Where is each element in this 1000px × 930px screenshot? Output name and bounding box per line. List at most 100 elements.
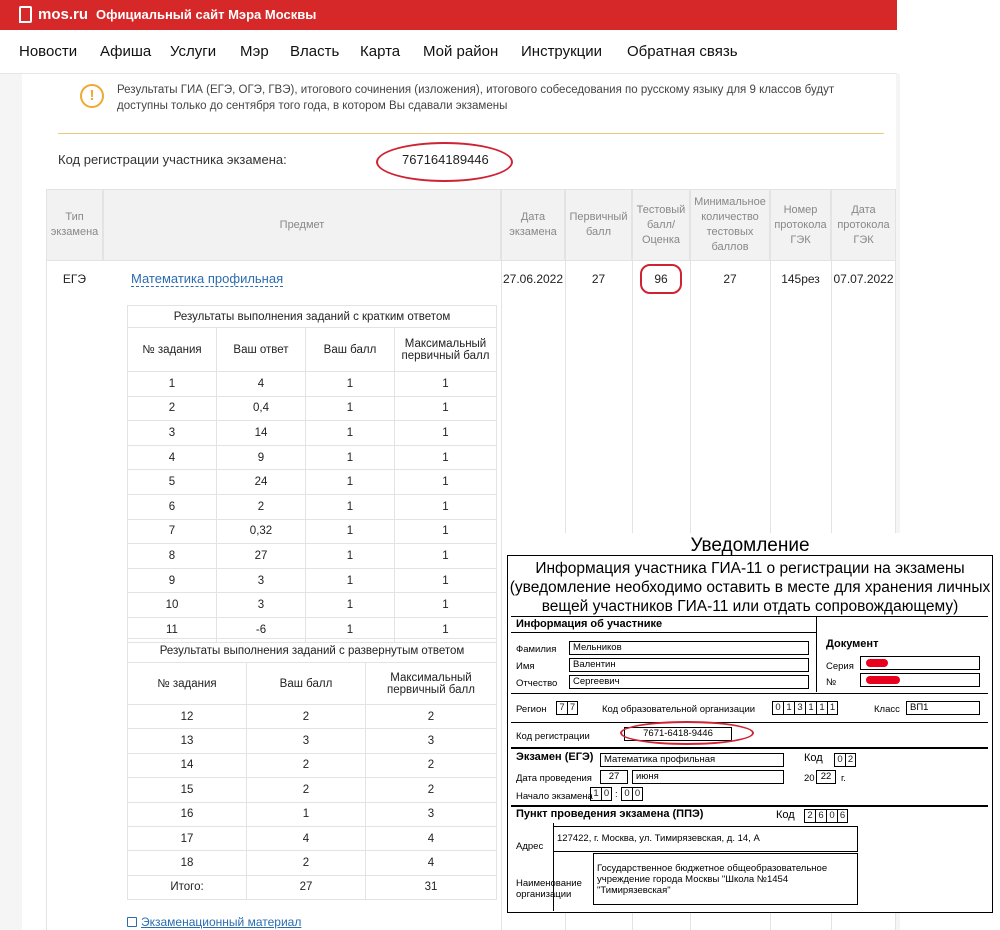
- nav-item-my-district[interactable]: Мой район: [423, 43, 498, 60]
- task-number: 16: [127, 801, 247, 827]
- name-field: Валентин: [569, 658, 809, 672]
- task-number: 17: [127, 825, 247, 852]
- task-score: 4: [246, 825, 366, 852]
- task-max: 1: [394, 395, 497, 422]
- start-time-label: Начало экзамена: [516, 791, 593, 802]
- table-row: 8 27 1 1: [127, 543, 497, 569]
- long-header-max: Максимальный первичный балл: [365, 662, 497, 705]
- header-exam-type: Тип экзамена: [46, 189, 103, 261]
- column-separator: [501, 261, 502, 930]
- ppe-code-digits: 2606: [804, 809, 848, 823]
- digit: 0: [826, 809, 837, 823]
- table-row: 9311: [127, 567, 497, 594]
- task-score: 2: [246, 752, 366, 779]
- digit: 7: [556, 701, 567, 715]
- notification-title: Уведомление: [690, 535, 810, 556]
- name-label: Имя: [516, 661, 535, 672]
- digit: 0: [632, 787, 643, 801]
- exam-material-link[interactable]: Экзаменационный материал: [141, 915, 301, 929]
- redaction-mark: [866, 676, 900, 684]
- short-header-answer: Ваш ответ: [216, 327, 306, 372]
- section-line: [511, 805, 988, 807]
- task-answer: 0,32: [216, 518, 306, 545]
- digit: 1: [827, 701, 838, 715]
- section-line: [511, 747, 988, 749]
- region-label: Регион: [516, 704, 547, 715]
- total-max: 31: [365, 874, 497, 901]
- document-section-title: Документ: [826, 638, 879, 650]
- result-exam-type: ЕГЭ: [62, 272, 87, 286]
- digit: 2: [804, 809, 815, 823]
- task-answer: 9: [216, 444, 306, 471]
- nav-item-feedback[interactable]: Обратная связь: [627, 43, 738, 60]
- task-score: 2: [246, 777, 366, 803]
- task-max: 1: [394, 371, 497, 397]
- task-number: 1: [127, 371, 217, 397]
- mosru-logo-icon[interactable]: [19, 6, 32, 23]
- subject-link[interactable]: Математика профильная: [131, 271, 284, 287]
- task-score: 1: [305, 567, 395, 594]
- digit: 1: [590, 787, 601, 801]
- short-header-score: Ваш балл: [305, 327, 395, 372]
- patronymic-label: Отчество: [516, 678, 558, 689]
- table-row: 7 0,32 1 1: [127, 518, 497, 545]
- top-bar: mos.ru Официальный сайт Мэра Москвы: [0, 0, 897, 30]
- task-max: 1: [394, 420, 497, 446]
- warning-icon: !: [80, 84, 104, 108]
- class-label: Класс: [874, 704, 900, 715]
- ppe-section-title: Пункт проведения экзамена (ППЭ): [516, 808, 704, 820]
- table-row: 15 2 2: [127, 777, 497, 803]
- long-header-task: № задания: [127, 662, 247, 705]
- task-max: 3: [365, 728, 497, 754]
- registration-notification: Уведомление Информация участника ГИА-11 …: [507, 533, 993, 913]
- header-protocol-date: Дата протокола ГЭК: [831, 189, 896, 261]
- task-number: 3: [127, 420, 217, 446]
- task-score: 1: [305, 371, 395, 397]
- task-number: 13: [127, 728, 247, 754]
- task-number: 15: [127, 777, 247, 803]
- table-row: 1411: [127, 371, 497, 397]
- task-max: 2: [365, 777, 497, 803]
- nav-item-map[interactable]: Карта: [360, 43, 400, 60]
- org-code-label: Код образовательной организации: [602, 704, 756, 715]
- task-max: 1: [394, 567, 497, 594]
- nav-item-afisha[interactable]: Афиша: [100, 43, 151, 60]
- nav-item-instructions[interactable]: Инструкции: [521, 43, 602, 60]
- section-line: [816, 616, 817, 692]
- site-title: Официальный сайт Мэра Москвы: [96, 7, 317, 22]
- task-max: 1: [394, 543, 497, 569]
- nav-item-services[interactable]: Услуги: [170, 43, 216, 60]
- task-score: 2: [246, 703, 366, 730]
- notification-heading: Информация участника ГИА-11 о регистраци…: [509, 560, 991, 615]
- task-score: 1: [305, 543, 395, 569]
- registration-code-label: Код регистрации участника экзамена:: [58, 152, 287, 167]
- task-max: 1: [394, 469, 497, 495]
- task-answer: 3: [216, 567, 306, 594]
- short-header-task: № задания: [127, 327, 217, 372]
- left-gutter: [0, 74, 22, 930]
- year-unit: г.: [841, 773, 846, 784]
- region-digits: 77: [556, 701, 578, 715]
- site-logo[interactable]: mos.ru: [38, 6, 88, 23]
- task-answer: 14: [216, 420, 306, 446]
- task-max: 1: [394, 518, 497, 545]
- test-score-highlight: [640, 264, 682, 294]
- digit: 0: [834, 753, 845, 767]
- section-line: [511, 616, 988, 617]
- total-row: Итого: 27 31: [127, 874, 497, 901]
- results-availability-notice: Результаты ГИА (ЕГЭ, ОГЭ, ГВЭ), итоговог…: [117, 84, 835, 112]
- total-label: Итого:: [127, 874, 247, 901]
- section-line: [511, 722, 988, 723]
- org-name-label: Наименование организации: [516, 878, 582, 900]
- nav-item-news[interactable]: Новости: [19, 43, 77, 60]
- number-label: №: [826, 677, 837, 688]
- task-number: 2: [127, 395, 217, 422]
- table-row: 14 2 2: [127, 752, 497, 779]
- nav-item-mayor[interactable]: Мэр: [240, 43, 269, 60]
- table-row: 6211: [127, 493, 497, 520]
- section-line: [511, 632, 816, 633]
- exam-subject-field: Математика профильная: [600, 753, 784, 767]
- result-min-score: 27: [723, 272, 737, 286]
- digit: 1: [783, 701, 794, 715]
- nav-item-government[interactable]: Власть: [290, 43, 339, 60]
